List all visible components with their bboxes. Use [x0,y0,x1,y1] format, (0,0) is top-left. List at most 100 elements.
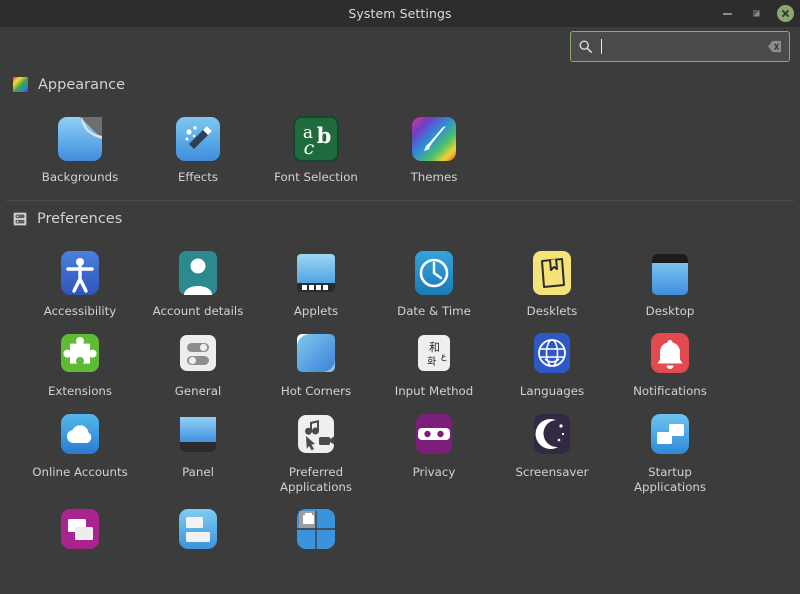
input-method-icon: 和 화 ع [410,329,458,377]
startup-applications-icon [646,410,694,458]
section-preferences: Preferences Accessibility [0,201,800,570]
settings-item-label: Backgrounds [42,170,119,185]
close-icon [780,8,791,19]
settings-item-hot-corners[interactable]: Hot Corners [257,327,375,399]
settings-item-account-details[interactable]: Account details [139,247,257,319]
preferences-grid: Accessibility Account details [21,235,800,570]
settings-item-label: Date & Time [397,304,471,319]
desklets-icon [528,249,576,297]
search-icon [578,39,593,54]
settings-item-effects[interactable]: Effects [139,113,257,185]
minimize-button[interactable] [719,5,736,22]
settings-item-privacy[interactable]: Privacy [375,408,493,494]
effects-wand-icon [174,115,222,163]
settings-item-label: Accessibility [44,304,117,319]
backgrounds-icon [56,115,104,163]
settings-item-label: Applets [294,304,338,319]
settings-item-preferred-applications[interactable]: Preferred Applications [257,408,375,494]
maximize-button[interactable] [748,5,765,22]
settings-item-input-method[interactable]: 和 화 ع Input Method [375,327,493,399]
svg-text:화: 화 [427,356,436,368]
settings-content: Appearance [0,66,800,569]
preferred-applications-icon [292,410,340,458]
settings-item-label: Startup Applications [614,465,726,494]
settings-item-label: Languages [520,384,584,399]
applets-icon [292,249,340,297]
color-palette-icon [12,76,29,93]
search-input[interactable] [570,31,790,62]
clock-icon [410,249,458,297]
settings-item-label: Privacy [413,465,456,480]
section-title-appearance: Appearance [38,77,125,93]
settings-item-date-time[interactable]: Date & Time [375,247,493,319]
accessibility-icon [56,249,104,297]
settings-item-languages[interactable]: Languages [493,327,611,399]
svg-text:和: 和 [429,341,440,354]
bell-icon [646,329,694,377]
toggles-icon [174,329,222,377]
svg-text:b: b [317,123,332,148]
font-selection-icon: a b c [292,115,340,163]
settings-item-startup-applications[interactable]: Startup Applications [611,408,729,494]
settings-item-accessibility[interactable]: Accessibility [21,247,139,319]
window-titlebar: System Settings [0,0,800,27]
drawer-icon [12,211,28,227]
window-controls [719,0,794,27]
settings-item-windows[interactable] [21,503,139,560]
section-header-preferences: Preferences [0,201,800,235]
settings-item-applets[interactable]: Applets [257,247,375,319]
privacy-mask-icon [410,410,458,458]
settings-item-label: Online Accounts [32,465,128,480]
settings-item-label: Preferred Applications [260,465,372,494]
window-tiling-icon [174,505,222,553]
settings-item-desktop[interactable]: Desktop [611,247,729,319]
section-title-preferences: Preferences [37,211,122,227]
desktop-icon [646,249,694,297]
settings-item-font-selection[interactable]: a b c Font Selection [257,113,375,185]
settings-item-label: Panel [182,465,214,480]
settings-item-label: Notifications [633,384,707,399]
settings-item-extensions[interactable]: Extensions [21,327,139,399]
settings-item-themes[interactable]: Themes [375,113,493,185]
settings-item-desklets[interactable]: Desklets [493,247,611,319]
search-text-caret [601,39,602,54]
section-header-appearance: Appearance [0,66,800,101]
settings-item-workspaces[interactable] [257,503,375,560]
section-appearance: Appearance [0,66,800,201]
themes-brush-icon [410,115,458,163]
workspaces-icon [292,505,340,553]
panel-icon [174,410,222,458]
languages-globe-icon [528,329,576,377]
settings-item-label: Input Method [395,384,474,399]
settings-item-label: Themes [411,170,458,185]
svg-text:ع: ع [441,352,447,362]
svg-text:c: c [304,137,315,159]
cloud-icon [56,410,104,458]
settings-item-label: Screensaver [515,465,588,480]
settings-item-general[interactable]: General [139,327,257,399]
puzzle-icon [56,329,104,377]
hot-corners-icon [292,329,340,377]
moon-icon [528,410,576,458]
settings-item-backgrounds[interactable]: Backgrounds [21,113,139,185]
settings-item-notifications[interactable]: Notifications [611,327,729,399]
settings-item-screensaver[interactable]: Screensaver [493,408,611,494]
settings-item-label: Extensions [48,384,112,399]
settings-item-label: Desklets [527,304,578,319]
settings-item-label: Desktop [646,304,695,319]
settings-item-label: Hot Corners [281,384,351,399]
settings-item-label: Account details [153,304,244,319]
search-row [0,27,800,66]
settings-item-online-accounts[interactable]: Online Accounts [21,408,139,494]
clear-icon[interactable] [767,40,782,53]
close-button[interactable] [777,5,794,22]
settings-item-label: Font Selection [274,170,358,185]
settings-item-label: Effects [178,170,218,185]
windows-stack-icon [56,505,104,553]
account-details-icon [174,249,222,297]
settings-item-panel[interactable]: Panel [139,408,257,494]
settings-item-label: General [175,384,222,399]
settings-item-window-tiling[interactable] [139,503,257,560]
maximize-icon [751,8,762,19]
window-title: System Settings [348,6,451,21]
